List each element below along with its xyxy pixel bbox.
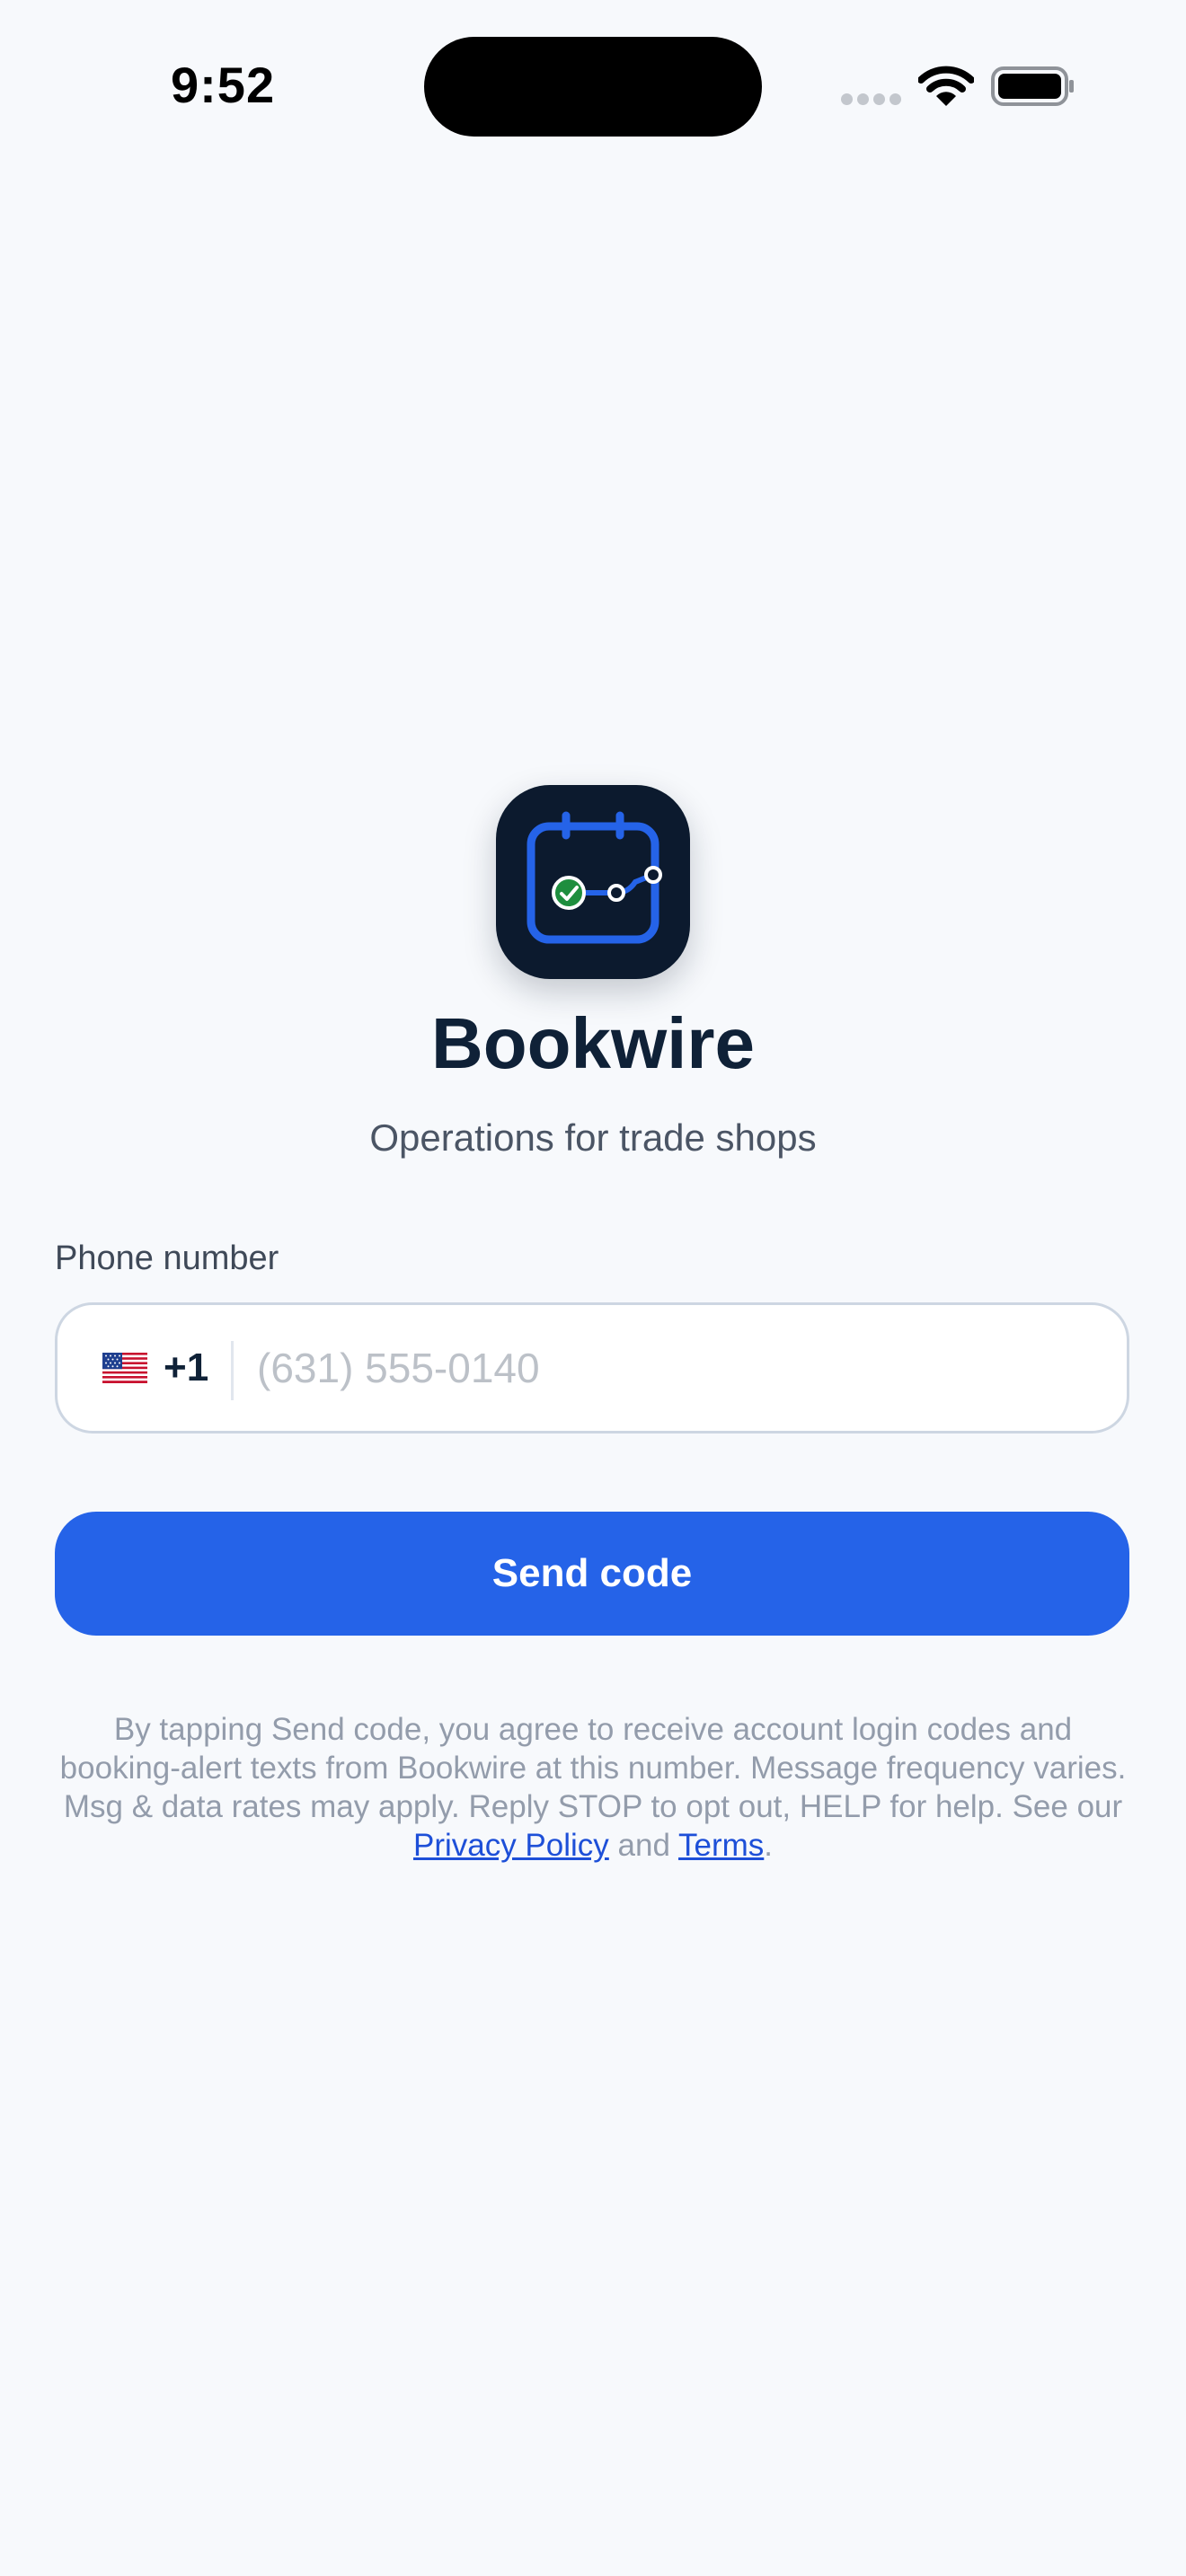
cellular-signal-icon <box>841 93 902 106</box>
wifi-icon <box>918 66 974 106</box>
terms-link[interactable]: Terms <box>678 1828 764 1863</box>
phone-number-field[interactable]: +1 <box>55 1302 1129 1434</box>
app-logo <box>496 785 690 979</box>
us-flag-icon[interactable] <box>102 1353 147 1383</box>
consent-end: . <box>764 1828 774 1863</box>
field-divider <box>231 1341 234 1400</box>
privacy-policy-link[interactable]: Privacy Policy <box>413 1828 609 1863</box>
consent-and: and <box>608 1828 679 1863</box>
status-time: 9:52 <box>171 57 276 113</box>
phone-number-input[interactable] <box>257 1332 1102 1404</box>
battery-icon <box>991 66 1074 106</box>
sms-consent-text: By tapping Send code, you agree to recei… <box>50 1710 1136 1865</box>
consent-body: By tapping Send code, you agree to recei… <box>59 1712 1127 1824</box>
app-tagline: Operations for trade shops <box>369 1116 817 1159</box>
calendar-chart-logo-icon <box>527 811 662 944</box>
app-name: Bookwire <box>430 1003 756 1083</box>
send-code-button[interactable]: Send code <box>55 1512 1129 1636</box>
phone-number-label: Phone number <box>55 1239 279 1277</box>
dynamic-island <box>424 37 762 137</box>
country-code[interactable]: +1 <box>164 1343 208 1393</box>
